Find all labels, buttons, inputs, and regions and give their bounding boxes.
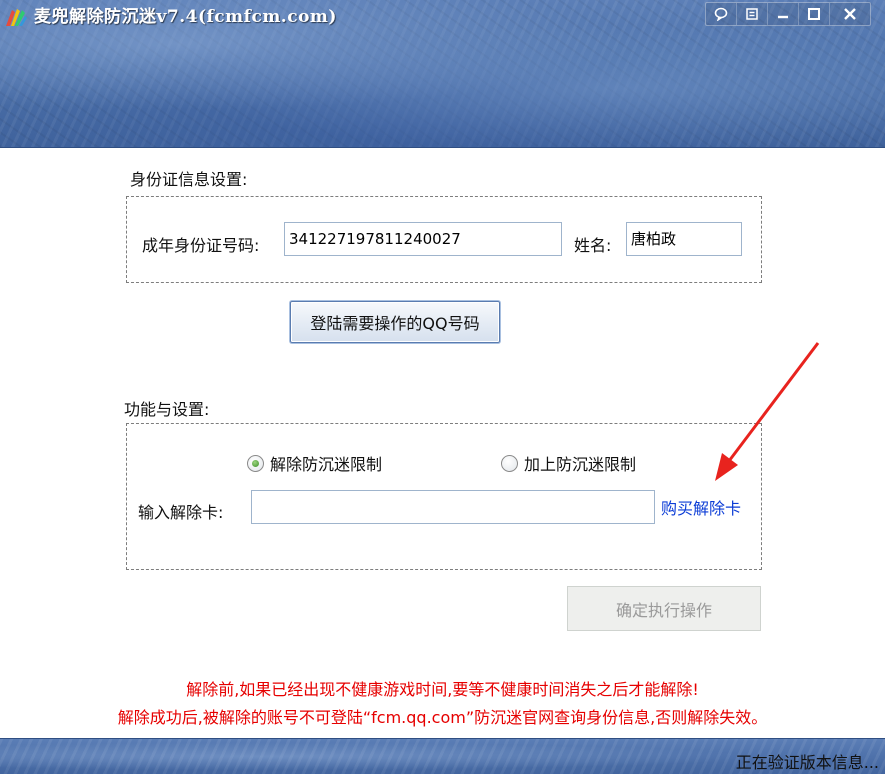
status-text: 正在验证版本信息... — [735, 753, 879, 772]
functions-section-title: 功能与设置: — [124, 400, 210, 419]
radio-add-limit[interactable]: 加上防沉迷限制 — [501, 451, 636, 475]
buy-card-link[interactable]: 购买解除卡 — [661, 495, 741, 519]
id-number-input[interactable]: 341227197811240027 — [284, 222, 562, 256]
window-title: 麦兜解除防沉迷v7.4(fcmfcm.com) — [34, 7, 337, 27]
radio-button-unselected — [501, 454, 518, 472]
close-button[interactable] — [830, 3, 870, 25]
id-number-label: 成年身份证号码: — [142, 236, 260, 255]
card-label: 输入解除卡: — [138, 503, 224, 522]
radio-selected-dot — [252, 459, 259, 467]
feedback-button[interactable] — [706, 3, 737, 25]
minimize-button[interactable] — [768, 3, 799, 25]
menu-button[interactable] — [737, 3, 768, 25]
app-logo-icon — [6, 9, 27, 26]
minimize-icon — [778, 15, 788, 19]
status-bar: 正在验证版本信息... — [0, 738, 885, 774]
card-input[interactable] — [251, 490, 655, 524]
radio-remove-limit[interactable]: 解除防沉迷限制 — [247, 451, 382, 475]
maximize-button[interactable] — [799, 3, 830, 25]
login-qq-button[interactable]: 登陆需要操作的QQ号码 — [290, 301, 500, 343]
name-label: 姓名: — [574, 236, 612, 255]
chat-icon — [714, 7, 728, 21]
maximize-icon — [808, 8, 820, 20]
radio-remove-limit-label: 解除防沉迷限制 — [270, 455, 383, 474]
radio-button-selected — [247, 454, 264, 472]
warning-line-2: 解除成功后,被解除的账号不可登陆“fcm.qq.com”防沉迷官网查询身份信息,… — [117, 708, 768, 727]
menu-icon — [746, 8, 758, 20]
close-icon — [844, 8, 856, 20]
header-banner: 麦兜解除防沉迷v7.4(fcmfcm.com) — [0, 0, 885, 148]
confirm-button[interactable]: 确定执行操作 — [567, 586, 761, 631]
warning-line-1: 解除前,如果已经出现不健康游戏时间,要等不健康时间消失之后才能解除! — [186, 680, 699, 699]
identity-section-title: 身份证信息设置: — [130, 170, 248, 189]
name-input[interactable]: 唐柏政 — [626, 222, 742, 256]
radio-add-limit-label: 加上防沉迷限制 — [524, 455, 637, 474]
window-controls — [705, 2, 871, 26]
